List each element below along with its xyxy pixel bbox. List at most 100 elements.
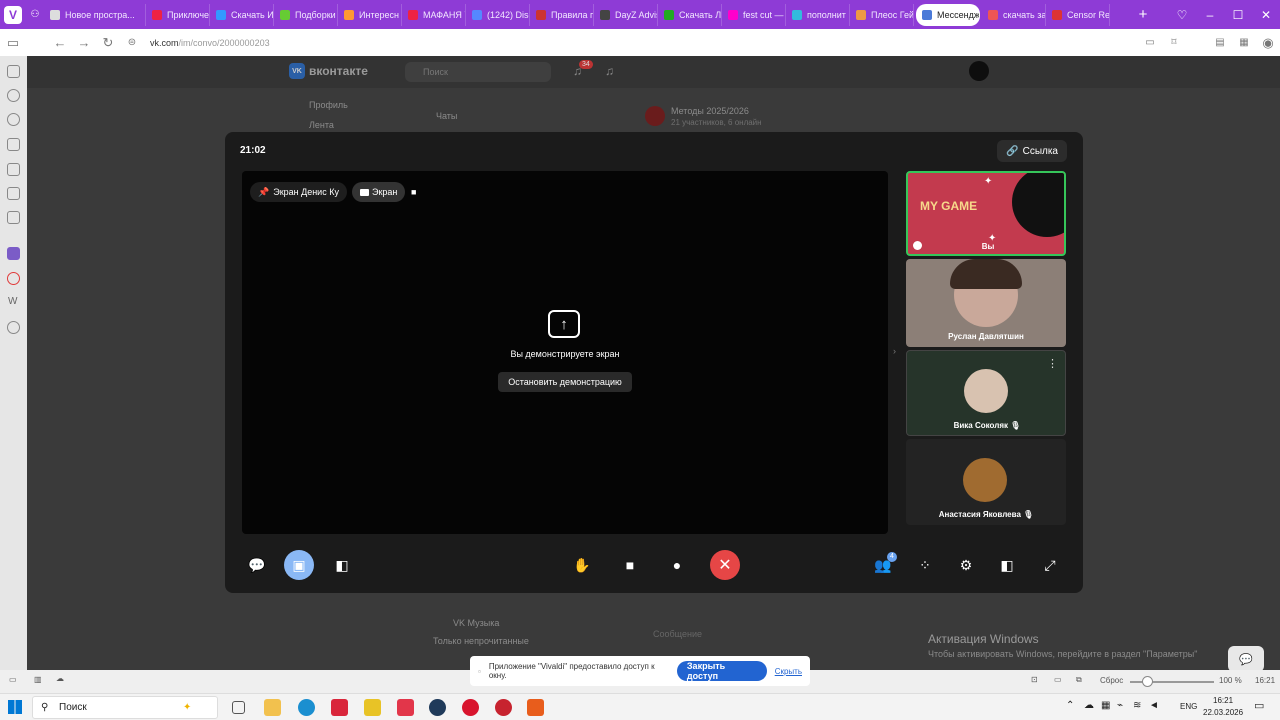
participant-tile[interactable]: Анастасия Яковлева 🎙: [906, 439, 1066, 525]
reading-list-icon[interactable]: [7, 187, 20, 200]
browser-tab[interactable]: пополнит: [786, 3, 850, 26]
browser-tab[interactable]: Скачать И: [210, 3, 274, 26]
maximize-icon[interactable]: ☐: [1224, 4, 1252, 26]
panel-toggle-icon[interactable]: ▭: [0, 35, 26, 51]
screen-share-button[interactable]: ▣: [284, 550, 314, 580]
end-call-button[interactable]: ✕: [710, 550, 740, 580]
picture-in-picture-icon[interactable]: ◧: [992, 550, 1022, 580]
steam-taskbar-icon[interactable]: [429, 699, 446, 716]
translate-panel-icon[interactable]: [7, 163, 20, 176]
tray-time[interactable]: 16:21: [1213, 696, 1233, 705]
message-input[interactable]: Сообщение: [653, 629, 702, 639]
sync-cloud-icon[interactable]: ☁: [56, 674, 64, 683]
collapse-panel-chevron-icon[interactable]: ›: [893, 346, 896, 356]
tray-wifi-icon[interactable]: ≋: [1133, 700, 1141, 711]
browser-tab[interactable]: Censor Rep: [1046, 3, 1110, 26]
reload-icon[interactable]: ↻: [96, 35, 120, 51]
windows-start-icon[interactable]: [8, 700, 22, 714]
vk-logo-icon[interactable]: VK: [289, 63, 305, 79]
call-link-button[interactable]: 🔗 Ссылка: [997, 140, 1067, 162]
tray-chevron-icon[interactable]: ⌃: [1066, 700, 1074, 711]
camera-chip[interactable]: ■: [405, 182, 422, 202]
bookmarks-panel-icon[interactable]: [7, 65, 20, 78]
vk-search-input[interactable]: Поиск: [405, 62, 551, 82]
profile-icon[interactable]: ◉: [1256, 35, 1280, 51]
workspace-icon[interactable]: ⚇: [26, 9, 44, 20]
chat-avatar[interactable]: [645, 106, 665, 126]
raise-hand-icon[interactable]: ✋: [567, 550, 597, 580]
mastodon-panel-icon[interactable]: [7, 247, 20, 260]
hide-link[interactable]: Скрыть: [775, 667, 802, 676]
calendar-icon[interactable]: ▦: [1232, 37, 1256, 48]
browser-tab[interactable]: Подборки: [274, 3, 338, 26]
downloads-panel-icon[interactable]: [7, 89, 20, 102]
browser-tab[interactable]: fest cut —: [722, 3, 786, 26]
microphone-icon[interactable]: ●: [662, 550, 692, 580]
tray-volume-icon[interactable]: ◄: [1149, 700, 1159, 711]
notification-center-icon[interactable]: ▭: [1254, 699, 1264, 712]
stop-sharing-button[interactable]: Остановить демонстрацию: [498, 372, 632, 392]
chat-bubble-float-icon[interactable]: 💬: [1228, 646, 1264, 672]
close-access-button[interactable]: Закрыть доступ: [676, 661, 767, 681]
browser-tab[interactable]: Правила п: [530, 3, 594, 26]
vivaldi-menu-icon[interactable]: V: [4, 5, 22, 24]
tray-network-icon[interactable]: ☁: [1084, 700, 1094, 711]
participant-tile[interactable]: Руслан Давлятшин: [906, 259, 1066, 347]
reset-zoom-label[interactable]: Сброс: [1100, 676, 1123, 685]
app-red-icon[interactable]: [495, 699, 512, 716]
browser-tab[interactable]: (1242) Disc: [466, 3, 530, 26]
tray-date[interactable]: 22.03.2026: [1203, 708, 1243, 717]
app-w-icon[interactable]: [331, 699, 348, 716]
bookmark-icon[interactable]: ⌑: [1162, 37, 1186, 48]
chat-icon[interactable]: 💬: [242, 550, 272, 580]
forward-icon[interactable]: →: [72, 35, 96, 50]
browser-tab[interactable]: DayZ Advis: [594, 3, 658, 26]
browser-tab[interactable]: скачать за: [982, 3, 1046, 26]
browser-tab[interactable]: Скачать Л: [658, 3, 722, 26]
vivaldi-taskbar-icon[interactable]: [397, 699, 414, 716]
browser-tab[interactable]: Плеос Гейк: [850, 3, 914, 26]
screen-chip[interactable]: Экран: [352, 182, 406, 202]
minimize-icon[interactable]: –: [1196, 4, 1224, 26]
tray-usb-icon[interactable]: ⌁: [1117, 700, 1123, 711]
record-icon[interactable]: ◧: [327, 550, 357, 580]
layout-grid-icon[interactable]: ⁘: [910, 550, 940, 580]
vk-music-item[interactable]: VK Музыка: [453, 618, 499, 628]
url-field[interactable]: vk.com/im/convo/2000000203: [150, 38, 270, 48]
file-explorer-icon[interactable]: [264, 699, 281, 716]
participant-tile[interactable]: ⋮ Вика Соколяк 🎙: [906, 350, 1066, 436]
vk-avatar[interactable]: [969, 61, 989, 81]
participant-tile-self[interactable]: MY GAME ✦ ✦ Вы: [906, 171, 1066, 256]
notes-panel-icon[interactable]: [7, 138, 20, 151]
fullscreen-icon[interactable]: ⤢: [1035, 550, 1065, 580]
browser-tab[interactable]: МАФАНЯ Y: [402, 3, 466, 26]
add-panel-icon[interactable]: [7, 321, 20, 334]
task-view-icon[interactable]: [232, 701, 245, 714]
site-shield-icon[interactable]: ⊜: [120, 37, 144, 48]
vk-menu-feed[interactable]: Лента: [309, 120, 334, 130]
browser-tab[interactable]: Новое простра...: [44, 3, 146, 26]
vivaldi-panel-icon[interactable]: [7, 272, 20, 285]
close-window-icon[interactable]: ✕: [1252, 4, 1280, 26]
vivaldi-heart-icon[interactable]: ♡: [1168, 4, 1196, 26]
window-panel-icon[interactable]: [7, 211, 20, 224]
unread-only-toggle[interactable]: Только непрочитанные: [433, 636, 529, 646]
music-icon[interactable]: ♫: [605, 64, 614, 78]
page-actions-icon[interactable]: ⧉: [1076, 675, 1082, 685]
tile-icon[interactable]: ▭: [1054, 675, 1062, 684]
tray-language[interactable]: ENG: [1180, 702, 1197, 711]
settings-gear-icon[interactable]: ⚙: [951, 550, 981, 580]
wikipedia-panel-icon[interactable]: W: [8, 296, 17, 307]
more-options-icon[interactable]: ⋮: [1047, 357, 1058, 370]
pinned-screen-chip[interactable]: 📌 Экран Денис Ку: [250, 182, 347, 202]
panel-toggle-status-icon[interactable]: ▭: [9, 675, 17, 684]
edge-browser-icon[interactable]: [298, 699, 315, 716]
taskbar-search[interactable]: ⚲ Поиск ✦: [32, 696, 218, 719]
tab-tiling-icon[interactable]: ▥: [34, 675, 42, 684]
browser-tab[interactable]: Мессендж: [916, 3, 980, 26]
capture-icon[interactable]: ⊡: [1031, 675, 1038, 684]
cast-icon[interactable]: ▭: [1138, 37, 1162, 48]
tray-app-icon[interactable]: ▦: [1101, 700, 1110, 711]
browser-tab[interactable]: Приключе: [146, 3, 210, 26]
camera-icon[interactable]: ■: [615, 550, 645, 580]
